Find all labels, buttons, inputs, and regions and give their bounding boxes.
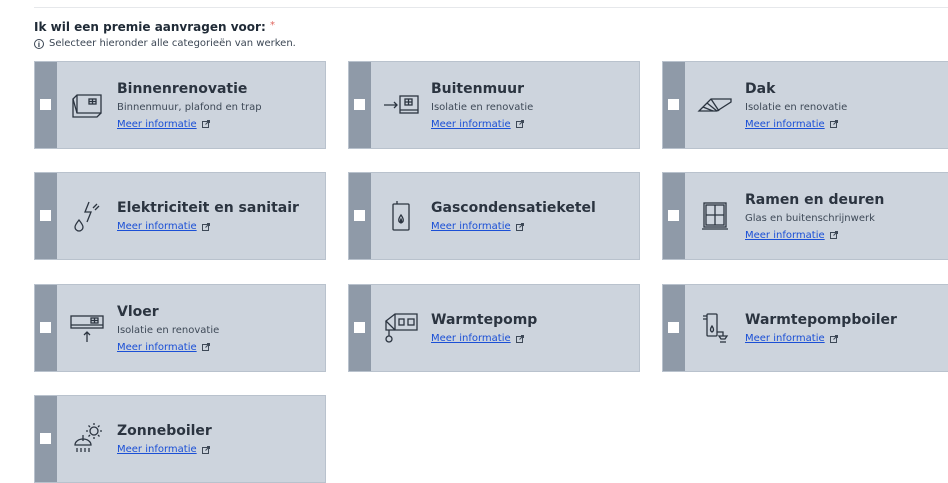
card-title: Binnenrenovatie — [117, 80, 248, 97]
card-subtitle: Isolatie en renovatie — [431, 101, 534, 113]
category-card-warmtepomp[interactable]: Warmtepomp Meer informatie — [348, 284, 640, 372]
card-title: Warmtepomp — [431, 312, 538, 328]
more-info-label: Meer informatie — [431, 221, 511, 232]
external-link-icon — [829, 231, 838, 239]
solar-boiler-icon — [57, 396, 117, 482]
heat-pump-boiler-icon — [685, 285, 745, 371]
category-card-zonneboiler[interactable]: Zonneboiler Meer informatie — [34, 395, 326, 483]
external-link-icon — [201, 445, 210, 454]
gas-boiler-icon — [371, 173, 431, 259]
more-info-link[interactable]: Meer informatie — [745, 230, 884, 241]
category-card-warmtepompboiler[interactable]: Warmtepompboiler Meer informatie — [662, 284, 948, 372]
card-title: Buitenmuur — [431, 80, 525, 97]
more-info-label: Meer informatie — [745, 118, 825, 130]
card-subtitle: Glas en buitenschrijnwerk — [745, 212, 875, 224]
form-hint: i Selecteer hieronder alle categorieën v… — [34, 38, 296, 49]
electricity-water-icon — [57, 173, 117, 259]
card-bar — [349, 62, 371, 148]
category-card-ramen-deuren[interactable]: Ramen en deuren Glas en buitenschrijnwer… — [662, 172, 948, 260]
category-checkbox[interactable] — [354, 99, 365, 110]
category-card-buitenmuur[interactable]: Buitenmuur Isolatie en renovatie Meer in… — [348, 61, 640, 149]
floor-icon — [57, 285, 117, 371]
category-checkbox[interactable] — [668, 99, 679, 110]
form-question-text: Ik wil een premie aanvragen voor: — [34, 20, 266, 34]
more-info-link[interactable]: Meer informatie — [117, 119, 262, 130]
external-link-icon — [515, 120, 524, 128]
more-info-label: Meer informatie — [117, 341, 197, 353]
more-info-label: Meer informatie — [117, 221, 197, 232]
external-link-icon — [201, 343, 210, 351]
more-info-link[interactable]: Meer informatie — [117, 444, 212, 455]
card-bar — [349, 173, 371, 259]
required-mark: * — [269, 20, 275, 31]
more-info-label: Meer informatie — [745, 333, 825, 344]
card-title: Dak — [745, 80, 776, 97]
external-link-icon — [515, 222, 524, 231]
card-bar — [349, 285, 371, 371]
more-info-label: Meer informatie — [431, 118, 511, 130]
category-checkbox[interactable] — [40, 433, 51, 444]
more-info-link[interactable]: Meer informatie — [745, 333, 897, 344]
card-bar — [35, 62, 57, 148]
more-info-label: Meer informatie — [745, 229, 825, 241]
window-icon — [685, 173, 745, 259]
more-info-label: Meer informatie — [117, 444, 197, 455]
card-bar — [35, 396, 57, 482]
category-card-vloer[interactable]: Vloer Isolatie en renovatie Meer informa… — [34, 284, 326, 372]
card-title: Warmtepompboiler — [745, 312, 897, 328]
category-checkbox[interactable] — [40, 322, 51, 333]
card-title: Ramen en deuren — [745, 191, 885, 208]
more-info-link[interactable]: Meer informatie — [431, 221, 596, 232]
heat-pump-icon — [371, 285, 431, 371]
more-info-label: Meer informatie — [431, 333, 511, 344]
external-link-icon — [201, 120, 210, 128]
category-checkbox[interactable] — [40, 210, 51, 221]
interior-wall-icon — [57, 62, 117, 148]
info-icon: i — [34, 38, 44, 49]
category-checkbox[interactable] — [354, 210, 365, 221]
category-checkbox[interactable] — [354, 322, 365, 333]
card-bar — [663, 173, 685, 259]
card-bar — [35, 173, 57, 259]
card-title: Elektriciteit en sanitair — [117, 200, 299, 216]
card-title: Gascondensatieketel — [431, 200, 596, 216]
card-title: Zonneboiler — [117, 423, 212, 439]
card-bar — [663, 62, 685, 148]
card-subtitle: Isolatie en renovatie — [745, 101, 848, 113]
more-info-link[interactable]: Meer informatie — [117, 221, 299, 232]
category-checkbox[interactable] — [668, 322, 679, 333]
more-info-link[interactable]: Meer informatie — [745, 119, 847, 130]
category-card-dak[interactable]: Dak Isolatie en renovatie Meer informati… — [662, 61, 948, 149]
card-subtitle: Binnenmuur, plafond en trap — [117, 101, 262, 113]
card-bar — [663, 285, 685, 371]
form-question: Ik wil een premie aanvragen voor: * — [34, 20, 275, 34]
roof-icon — [685, 62, 745, 148]
category-card-gascondensatieketel[interactable]: Gascondensatieketel Meer informatie — [348, 172, 640, 260]
more-info-label: Meer informatie — [117, 118, 197, 130]
exterior-wall-icon — [371, 62, 431, 148]
more-info-link[interactable]: Meer informatie — [431, 333, 537, 344]
category-card-elektriciteit-sanitair[interactable]: Elektriciteit en sanitair Meer informati… — [34, 172, 326, 260]
card-title: Vloer — [117, 303, 159, 320]
card-subtitle: Isolatie en renovatie — [117, 324, 220, 336]
more-info-link[interactable]: Meer informatie — [431, 119, 533, 130]
category-checkbox[interactable] — [668, 210, 679, 221]
external-link-icon — [829, 334, 838, 343]
form-hint-text: Selecteer hieronder alle categorieën van… — [49, 38, 296, 49]
more-info-link[interactable]: Meer informatie — [117, 342, 219, 353]
category-checkbox[interactable] — [40, 99, 51, 110]
external-link-icon — [201, 222, 210, 231]
card-bar — [35, 285, 57, 371]
category-card-binnenrenovatie[interactable]: Binnenrenovatie Binnenmuur, plafond en t… — [34, 61, 326, 149]
external-link-icon — [515, 334, 524, 343]
top-divider — [34, 7, 948, 8]
external-link-icon — [829, 120, 838, 128]
